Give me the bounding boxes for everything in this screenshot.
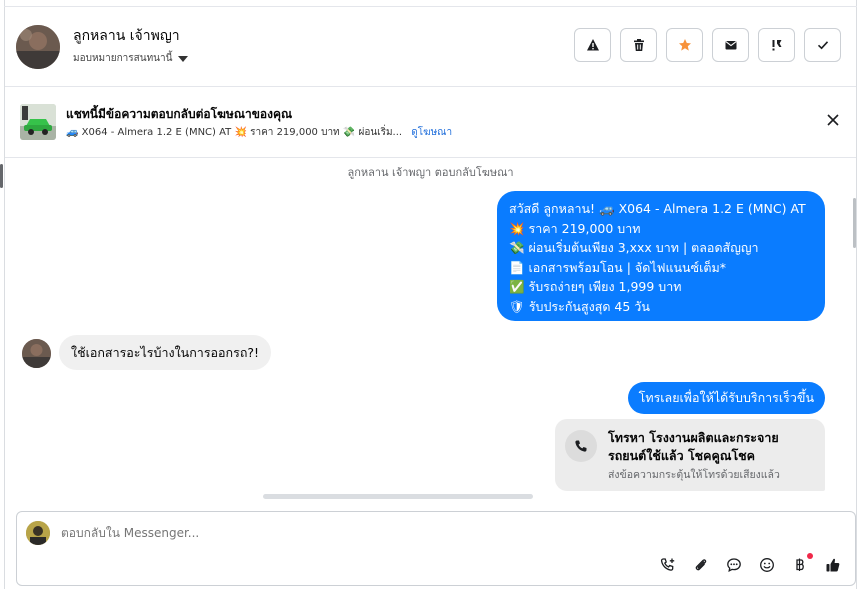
contact-avatar-small[interactable]	[22, 339, 51, 368]
add-call-icon	[660, 558, 675, 571]
ad-reply-notice: ลูกหลาน เจ้าพญา ตอบกลับโฆษณา	[347, 166, 514, 179]
attachment-icon	[695, 559, 707, 571]
horizontal-scrollbar[interactable]	[263, 494, 533, 499]
emoji-icon	[760, 558, 774, 572]
warning-icon	[586, 39, 599, 51]
header-actions	[574, 28, 841, 62]
saved-replies-icon	[727, 558, 741, 572]
saved-replies-button[interactable]	[724, 555, 744, 575]
message-line: 📄 เอกสารพร้อมโอน | จัดไฟแนนซ์เต็ม*	[509, 259, 726, 275]
phone-icon	[565, 430, 597, 462]
trash-icon	[633, 39, 644, 51]
conversation-header: ลูกหลาน เจ้าพญา มอบหมายการสนทนานี้	[5, 7, 856, 87]
mark-important-icon	[772, 40, 781, 51]
contact-avatar[interactable]	[16, 25, 60, 69]
assign-conversation-dropdown[interactable]: มอบหมายการสนทนานี้	[73, 51, 189, 66]
chevron-down-icon	[178, 55, 189, 62]
message-line: 🛡 รับประกันสูงสุด 45 วัน	[509, 298, 650, 314]
thumbs-up-icon	[826, 558, 840, 572]
report-spam-button[interactable]	[574, 28, 611, 62]
star-button[interactable]	[666, 28, 703, 62]
payment-button[interactable]	[790, 553, 813, 575]
ad-banner-title: แชทนี้มีข้อความตอบกลับต่อโฆษณาของคุณ	[66, 107, 293, 121]
view-ad-link[interactable]: ดูโฆษณา	[411, 127, 452, 138]
message-line: 💸 ผ่อนเริ่มต้นเพียง 3,xxx บาท | ตลอดสัญญ…	[509, 240, 759, 255]
contact-name: ลูกหลาน เจ้าพญา	[73, 28, 180, 44]
delete-button[interactable]	[620, 28, 657, 62]
message-thread[interactable]: ลูกหลาน เจ้าพญา ตอบกลับโฆษณา สวัสดี ลูกห…	[0, 158, 856, 510]
ad-thumbnail[interactable]	[20, 104, 56, 140]
notification-dot	[807, 553, 813, 559]
call-request-card[interactable]: โทรหา โรงงานผลิตและกระจายรถยนต์ใช้แล้ว โ…	[555, 419, 825, 491]
star-icon	[678, 39, 691, 51]
outgoing-message-bubble[interactable]: สวัสดี ลูกหลาน! 🚙 X064 - Almera 1.2 E (M…	[497, 191, 825, 321]
mark-done-button[interactable]	[804, 28, 841, 62]
attach-button[interactable]	[691, 555, 711, 575]
incoming-message-bubble[interactable]: ใช้เอกสารอะไรบ้างในการออกรถ?!	[59, 335, 272, 370]
message-line: สวัสดี ลูกหลาน! 🚙 X064 - Almera 1.2 E (M…	[509, 201, 806, 216]
send-like-button[interactable]	[823, 555, 843, 575]
close-icon[interactable]	[826, 113, 840, 127]
message-line: ✅ รับรถง่ายๆ เพียง 1,999 บาท	[509, 279, 682, 294]
mark-unread-button[interactable]	[712, 28, 749, 62]
ad-detail-text: 🚙 X064 - Almera 1.2 E (MNC) AT 💥 ราคา 21…	[66, 127, 403, 138]
emoji-button[interactable]	[757, 555, 777, 575]
call-card-title: โทรหา โรงงานผลิตและกระจายรถยนต์ใช้แล้ว โ…	[608, 430, 779, 463]
left-scroll-marker	[0, 164, 3, 188]
composer-tools	[658, 553, 843, 575]
baht-payment-icon	[796, 558, 804, 571]
ad-banner-detail: 🚙 X064 - Almera 1.2 E (MNC) AT 💥 ราคา 21…	[66, 125, 452, 140]
add-call-button[interactable]	[658, 555, 678, 575]
call-card-subtitle: ส่งข้อความกระตุ้นให้โทรด้วยเสียงแล้ว	[608, 469, 780, 481]
message-input[interactable]	[61, 526, 661, 540]
outgoing-message-bubble[interactable]: โทรเลยเพื่อให้ได้รับบริการเร็วขึ้น	[627, 382, 825, 414]
checkmark-icon	[817, 41, 828, 50]
reply-composer	[16, 511, 856, 586]
vertical-scrollbar[interactable]	[853, 198, 856, 248]
conversation-panel: ลูกหลาน เจ้าพญา มอบหมายการสนทนานี้ แชทนี…	[0, 0, 857, 589]
page-avatar	[26, 521, 50, 545]
assign-label: มอบหมายการสนทนานี้	[73, 53, 173, 64]
message-line: 💥 ราคา 219,000 บาท	[509, 220, 641, 236]
mail-icon	[724, 41, 737, 50]
ad-reply-banner: แชทนี้มีข้อความตอบกลับต่อโฆษณาของคุณ 🚙 X…	[5, 88, 856, 158]
follow-up-button[interactable]	[758, 28, 795, 62]
